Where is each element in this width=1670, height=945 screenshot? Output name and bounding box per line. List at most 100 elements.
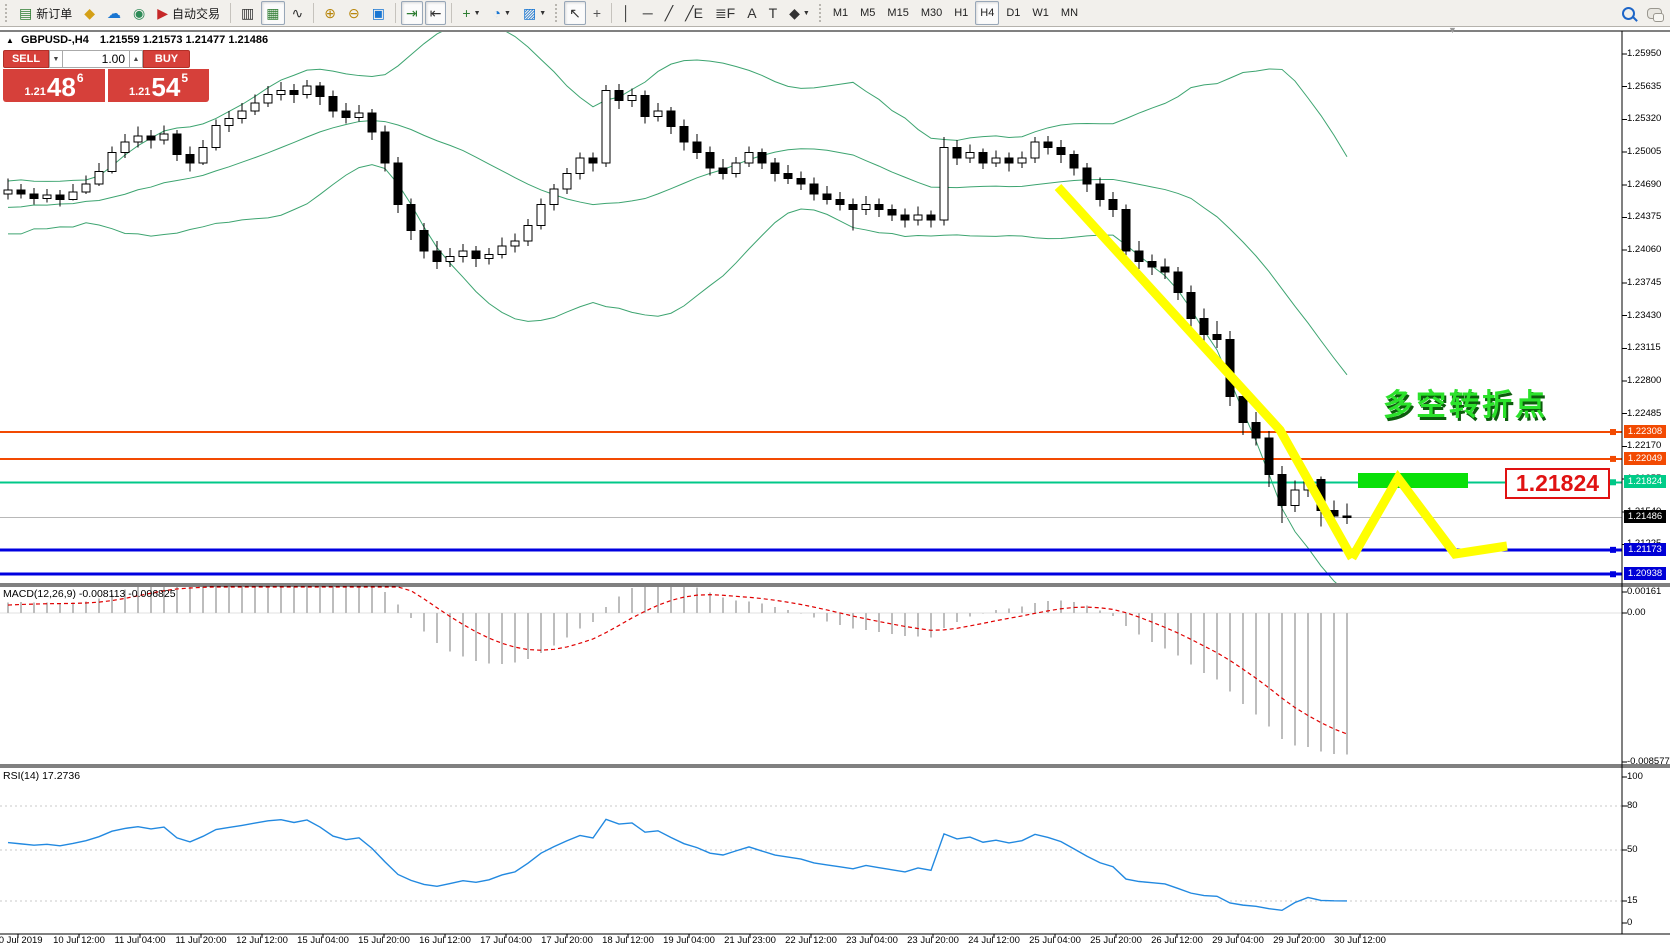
auto-scroll-button[interactable]: ⇥ [401,1,423,25]
macd-axis-label: -0.008577 [1627,756,1670,767]
text-label-icon: T [769,6,778,20]
equidistant-channel-icon: ╱E [685,6,703,20]
toolbar-separator [230,3,231,23]
macd-axis-label: 0.00161 [1627,586,1661,597]
chart-canvas[interactable] [0,31,1622,934]
equidistant-channel-button[interactable]: ╱E [680,1,708,25]
timeframe-h4[interactable]: H4 [975,1,999,25]
price-tick-label: 1.22485 [1627,408,1661,419]
time-tick-label: 12 Jul 12:00 [236,935,288,945]
timeframe-m5[interactable]: M5 [855,1,880,25]
search-icon [1622,7,1635,20]
chat-button[interactable] [1642,1,1667,25]
deposit-icon-icon: ◆ [84,6,95,20]
time-tick-label: 10 Jul 2019 [0,935,43,945]
time-tick-label: 11 Jul 04:00 [114,935,165,945]
chart-shift-button[interactable]: ⇤ [425,1,447,25]
timeframe-h1[interactable]: H1 [949,1,973,25]
arrows-button[interactable]: ◆▼ [784,1,815,25]
deposit-icon-button[interactable]: ◆ [79,1,100,25]
horizontal-line-button[interactable]: ─ [638,1,658,25]
dropdown-caret-icon: ▼ [474,10,481,17]
sell-price-prefix: 1.21 [24,86,45,98]
timeframe-mn[interactable]: MN [1056,1,1083,25]
sell-button[interactable]: SELL [3,50,49,68]
one-click-trading-panel: SELL ▼ ▲ BUY 1.21 48 6 1.21 54 5 [3,50,209,102]
buy-button[interactable]: BUY [143,50,190,68]
buy-price[interactable]: 1.21 54 5 [108,69,209,102]
buy-price-pip: 5 [181,71,188,85]
candlestick-chart-button[interactable]: ▦ [261,1,284,25]
dropdown-caret-icon: ▼ [504,10,511,17]
crosshair-button[interactable]: + [588,1,606,25]
bar-chart-button[interactable]: ▥ [236,1,259,25]
new-order-icon: ▤ [19,6,32,20]
line-chart-button[interactable]: ∿ [287,1,309,25]
sell-price-pip: 6 [77,71,84,85]
volume-increase-button[interactable]: ▲ [129,50,143,68]
cursor-button[interactable]: ↖ [564,1,586,25]
signals-icon-button[interactable]: ◉ [128,1,150,25]
timeframe-d1[interactable]: D1 [1001,1,1025,25]
toolbar-separator [451,3,452,23]
price-level-chip: 1.21486 [1624,510,1666,523]
chat-icon [1647,8,1662,19]
price-level-chip: 1.20938 [1624,567,1666,580]
timeframe-w1[interactable]: W1 [1027,1,1054,25]
time-tick-label: 15 Jul 20:00 [358,935,410,945]
price-tick-label: 1.25635 [1627,81,1661,92]
time-tick-label: 29 Jul 20:00 [1273,935,1325,945]
rsi-axis-label: 50 [1627,844,1638,855]
trendline-icon: ╱ [665,6,673,20]
sell-price[interactable]: 1.21 48 6 [3,69,105,102]
time-tick-label: 26 Jul 12:00 [1151,935,1203,945]
timeframe-m15[interactable]: M15 [882,1,913,25]
price-tick-label: 1.24375 [1627,211,1661,222]
mt4-window: ▤新订单 ◆ ☁◉▶自动交易 ▥▦∿ ⊕⊖▣ ⇥ ⇤ +▼◔▼▨▼ ↖+ │─ ╱ ╱E ≣F AT ◆▼ M… [0,0,1670,945]
time-tick-label: 24 Jul 12:00 [968,935,1020,945]
volume-decrease-button[interactable]: ▼ [49,50,63,68]
price-tick-label: 1.22170 [1627,440,1661,451]
macd-axis-label: 0.00 [1627,607,1646,618]
text-label-button[interactable]: T [764,1,783,25]
vertical-line-button[interactable]: │ [617,1,636,25]
timeframe-m30[interactable]: M30 [916,1,947,25]
trendline-button[interactable]: ╱ [660,1,678,25]
zoom-in-button[interactable]: ⊕ [319,1,341,25]
price-tick-label: 1.25005 [1627,146,1661,157]
time-tick-label: 10 Jul 12:00 [53,935,105,945]
time-tick-label: 17 Jul 04:00 [480,935,532,945]
chart-shift-icon: ⇤ [430,6,442,20]
time-tick-label: 16 Jul 12:00 [419,935,471,945]
price-tick-label: 1.25950 [1627,48,1661,59]
price-tick-label: 1.23115 [1627,342,1661,353]
zoom-out-button[interactable]: ⊖ [343,1,365,25]
time-tick-label: 22 Jul 12:00 [785,935,837,945]
new-order-button[interactable]: ▤新订单 [14,1,77,25]
volume-input[interactable] [63,50,129,68]
fibonacci-icon: ≣F [715,6,735,20]
price-tick-label: 1.22800 [1627,375,1661,386]
search-button[interactable] [1617,1,1640,25]
dropdown-caret-icon: ▼ [803,10,810,17]
text-button[interactable]: A [742,1,761,25]
tile-windows-button[interactable]: ▣ [367,1,390,25]
auto-scroll-icon: ⇥ [406,6,418,20]
auto-trading-button[interactable]: ▶自动交易 [152,1,225,25]
buy-price-prefix: 1.21 [129,86,150,98]
cloud-account-icon-button[interactable]: ☁ [102,1,126,25]
fibonacci-button[interactable]: ≣F [710,1,740,25]
toolbar-separator [313,3,314,23]
time-tick-label: 25 Jul 20:00 [1090,935,1142,945]
add-indicator-button[interactable]: +▼ [457,1,485,25]
text-icon: A [747,6,756,20]
timeframe-m1[interactable]: M1 [828,1,853,25]
time-tick-label: 23 Jul 20:00 [907,935,959,945]
periods-button[interactable]: ◔▼ [488,1,516,25]
buy-price-main: 54 [151,74,180,100]
price-tick-label: 1.24060 [1627,244,1661,255]
rsi-axis-label: 0 [1627,917,1632,928]
time-tick-label: 17 Jul 20:00 [541,935,593,945]
template-button[interactable]: ▨▼ [518,1,551,25]
time-tick-label: 30 Jul 12:00 [1334,935,1386,945]
